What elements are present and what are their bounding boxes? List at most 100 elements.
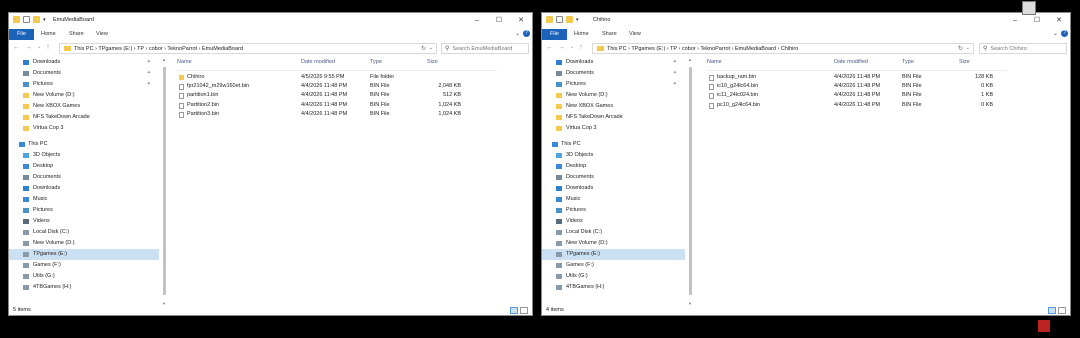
- file-row[interactable]: ic11_24lc024.bin 4/4/2026 11:48 PM BIN Fil…: [709, 91, 1009, 100]
- pin-icon[interactable]: ✦: [147, 68, 151, 79]
- sidebar-item[interactable]: Games (F:): [542, 260, 685, 271]
- up-icon[interactable]: ↑: [46, 44, 50, 51]
- sidebar-item[interactable]: 3D Objects: [542, 150, 685, 161]
- column-name[interactable]: Name: [177, 59, 301, 70]
- tab-view[interactable]: View: [629, 29, 641, 40]
- desktop-app-icon[interactable]: [1038, 320, 1050, 332]
- sidebar-item[interactable]: This PC: [9, 139, 159, 150]
- sidebar-item[interactable]: Games (F:): [9, 260, 159, 271]
- new-folder-icon[interactable]: [33, 16, 40, 23]
- column-type[interactable]: Type: [902, 59, 959, 70]
- file-row[interactable]: Partition2.bin 4/4/2026 11:48 PM BIN File 1…: [179, 101, 479, 110]
- breadcrumb[interactable]: This PC › TPgames (E:) › TP › cobor › Te…: [74, 46, 243, 52]
- up-icon[interactable]: ↑: [579, 44, 583, 51]
- file-row[interactable]: backup_ram.bin 4/4/2026 11:48 PM BIN File 1…: [709, 73, 1009, 82]
- sidebar-item[interactable]: New XBOX Games: [9, 101, 159, 112]
- tab-file[interactable]: File: [542, 29, 567, 40]
- sidebar-item[interactable]: This PC: [542, 139, 685, 150]
- column-size[interactable]: Size: [427, 59, 467, 70]
- sidebar-item[interactable]: New Volume (D:): [542, 90, 685, 101]
- sidebar-item[interactable]: Downloads: [542, 183, 685, 194]
- pin-icon[interactable]: ✦: [147, 79, 151, 90]
- sidebar-item[interactable]: 4TBGames (H:): [542, 282, 685, 293]
- help-icon[interactable]: ?: [1061, 30, 1068, 37]
- file-row[interactable]: Partition3.bin 4/4/2026 11:48 PM BIN File 1…: [179, 110, 479, 119]
- pin-icon[interactable]: ✦: [147, 57, 151, 68]
- scroll-up-icon[interactable]: ▲: [162, 57, 166, 62]
- sidebar-item[interactable]: Pictures: [542, 205, 685, 216]
- sidebar-item[interactable]: Local Disk (C:): [542, 227, 685, 238]
- sidebar-item[interactable]: Desktop: [542, 161, 685, 172]
- tab-share[interactable]: Share: [602, 29, 617, 40]
- tab-view[interactable]: View: [96, 29, 108, 40]
- sidebar-item[interactable]: New Volume (D:): [9, 238, 159, 249]
- file-row[interactable]: partition1.bin 4/4/2026 11:48 PM BIN File 5…: [179, 91, 479, 100]
- file-row[interactable]: Chihiro 4/5/2026 9:55 PM File folder: [179, 73, 479, 82]
- sidebar-item[interactable]: Pictures: [9, 205, 159, 216]
- pin-icon[interactable]: ✦: [673, 68, 677, 79]
- address-bar[interactable]: This PC › TPgames (E:) › TP › cobor › Te…: [592, 43, 974, 54]
- title-bar[interactable]: ▾ EmuMediaBoard – ☐ ✕: [9, 13, 532, 28]
- forward-icon[interactable]: →: [25, 44, 32, 51]
- search-input[interactable]: Search EmuMediaBoard: [452, 46, 512, 52]
- address-bar[interactable]: This PC › TPgames (E:) › TP › cobor › Te…: [59, 43, 437, 54]
- recent-dropdown-icon[interactable]: ⌄: [570, 44, 574, 51]
- sidebar-item[interactable]: Downloads ✦: [9, 57, 159, 68]
- sidebar-item[interactable]: Desktop: [9, 161, 159, 172]
- customize-dropdown-icon[interactable]: ▾: [43, 17, 46, 23]
- scroll-down-icon[interactable]: ▼: [688, 301, 692, 306]
- sidebar-item[interactable]: New Volume (D:): [9, 90, 159, 101]
- search-box[interactable]: ⚲ Search EmuMediaBoard: [441, 43, 529, 54]
- close-button[interactable]: ✕: [510, 13, 532, 28]
- sidebar-item[interactable]: New XBOX Games: [542, 101, 685, 112]
- back-icon[interactable]: ←: [546, 44, 553, 51]
- new-folder-icon[interactable]: [566, 16, 573, 23]
- file-row[interactable]: ic10_g24lc64.bin 4/4/2026 11:48 PM BIN Fil…: [709, 82, 1009, 91]
- refresh-icon[interactable]: ↻: [958, 45, 963, 52]
- expand-ribbon-icon[interactable]: ⌄: [515, 30, 520, 37]
- column-type[interactable]: Type: [370, 59, 427, 70]
- scroll-up-icon[interactable]: ▲: [688, 57, 692, 62]
- tab-home[interactable]: Home: [41, 29, 56, 40]
- close-button[interactable]: ✕: [1048, 13, 1070, 28]
- refresh-icon[interactable]: ↻: [421, 45, 426, 52]
- sidebar-item[interactable]: Utils (G:): [9, 271, 159, 282]
- sidebar-item[interactable]: Virtua Cop 3: [542, 123, 685, 134]
- search-input[interactable]: Search Chihiro: [990, 46, 1026, 52]
- maximize-button[interactable]: ☐: [488, 13, 510, 28]
- column-size[interactable]: Size: [959, 59, 999, 70]
- forward-icon[interactable]: →: [558, 44, 565, 51]
- sidebar-item[interactable]: Utils (G:): [542, 271, 685, 282]
- sidebar-item[interactable]: TPgames (E:): [9, 249, 159, 260]
- tab-home[interactable]: Home: [574, 29, 589, 40]
- help-icon[interactable]: ?: [523, 30, 530, 37]
- sidebar-item[interactable]: Music: [9, 194, 159, 205]
- large-icons-view-icon[interactable]: [1058, 307, 1066, 314]
- sidebar-item[interactable]: Videos: [542, 216, 685, 227]
- sidebar-item[interactable]: Videos: [9, 216, 159, 227]
- sidebar-item[interactable]: 3D Objects: [9, 150, 159, 161]
- sidebar-item[interactable]: Virtua Cop 3: [9, 123, 159, 134]
- address-dropdown-icon[interactable]: ⌄: [966, 45, 970, 51]
- sidebar-item[interactable]: Documents: [542, 172, 685, 183]
- sidebar-item[interactable]: Pictures ✦: [542, 79, 685, 90]
- sidebar-item[interactable]: Downloads ✦: [542, 57, 685, 68]
- nav-scrollbar[interactable]: ▲ ▼: [687, 57, 694, 306]
- maximize-button[interactable]: ☐: [1026, 13, 1048, 28]
- recent-dropdown-icon[interactable]: ⌄: [37, 44, 41, 51]
- scrollbar-thumb[interactable]: [689, 67, 692, 295]
- sidebar-item[interactable]: Local Disk (C:): [9, 227, 159, 238]
- sidebar-item[interactable]: 4TBGames (H:): [9, 282, 159, 293]
- expand-ribbon-icon[interactable]: ⌄: [1053, 30, 1058, 37]
- pin-icon[interactable]: ✦: [673, 57, 677, 68]
- properties-icon[interactable]: [556, 16, 563, 23]
- customize-dropdown-icon[interactable]: ▾: [576, 17, 579, 23]
- minimize-button[interactable]: –: [1004, 13, 1026, 28]
- sidebar-item[interactable]: Documents ✦: [542, 68, 685, 79]
- minimize-button[interactable]: –: [466, 13, 488, 28]
- large-icons-view-icon[interactable]: [520, 307, 528, 314]
- sidebar-item[interactable]: TPgames (E:): [542, 249, 685, 260]
- sidebar-item[interactable]: NFS TakeDown Arcade: [9, 112, 159, 123]
- details-view-icon[interactable]: [1048, 307, 1056, 314]
- title-bar[interactable]: ▾ Chihiro – ☐ ✕: [542, 13, 1070, 28]
